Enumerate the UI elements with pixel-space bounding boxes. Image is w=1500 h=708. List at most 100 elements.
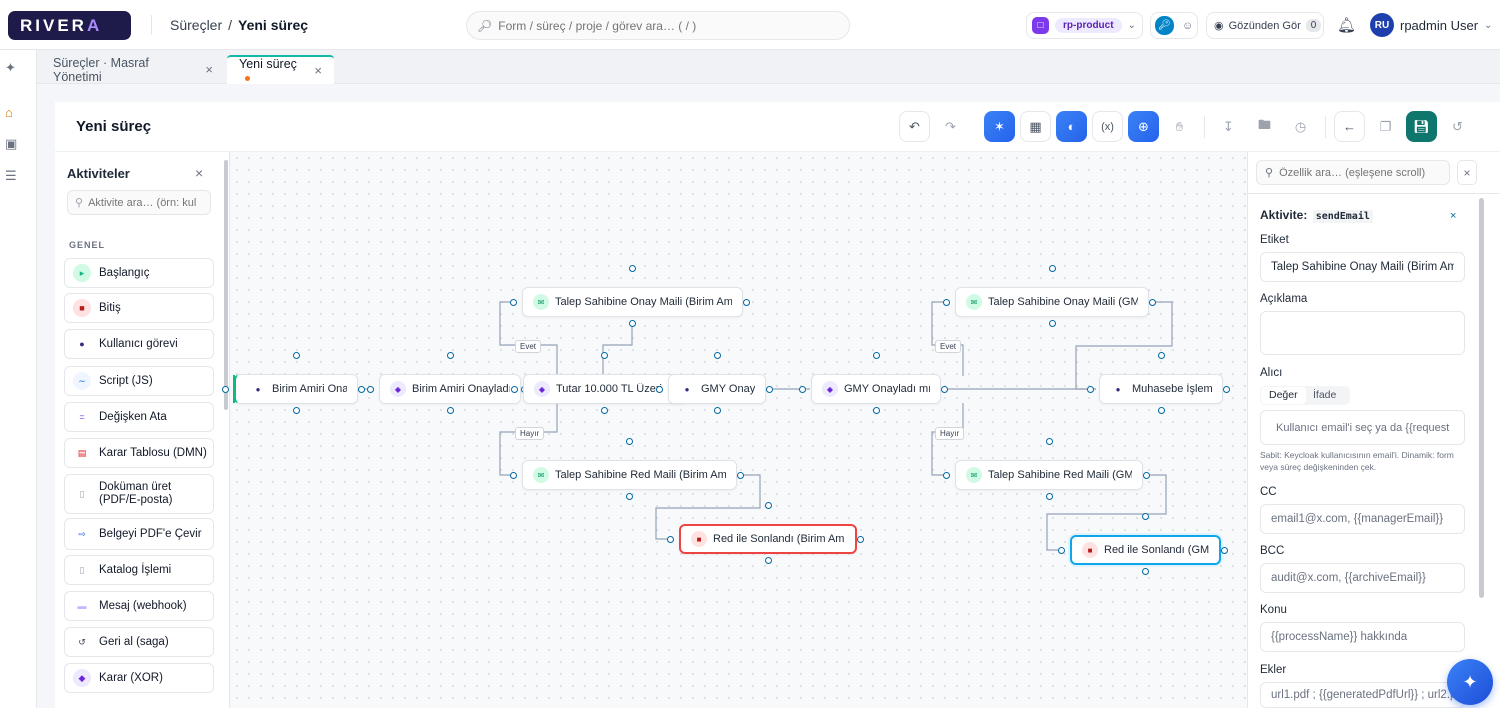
history-icon[interactable]: ↺	[1442, 111, 1473, 142]
cart-icon[interactable]: ▣	[5, 136, 17, 152]
download-icon[interactable]: ↧	[1213, 111, 1244, 142]
flow-canvas[interactable]	[231, 152, 1247, 708]
activity-item[interactable]: ∼ Script (JS)	[64, 366, 214, 396]
connection-handle[interactable]	[626, 492, 633, 500]
connection-handle[interactable]	[764, 556, 772, 564]
connection-handle[interactable]	[736, 471, 744, 479]
activity-item[interactable]: ▯ Doküman üret (PDF/E-posta)	[64, 474, 214, 514]
connection-handle[interactable]	[600, 406, 608, 414]
close-icon[interactable]: ×	[1457, 160, 1477, 185]
tab-masraf[interactable]: Süreçler · Masraf Yönetimi ×	[41, 55, 225, 84]
activity-item[interactable]: ↺ Geri al (saga)	[64, 627, 214, 657]
flow-node-mail-onay-gmy[interactable]: ✉︎ Talep Sahibine Onay Maili (GMY)	[955, 287, 1149, 317]
connection-handle[interactable]	[510, 385, 518, 393]
flow-node-end-red-gmy[interactable]: ■ Red ile Sonlandı (GMY)	[1070, 535, 1221, 565]
search-input[interactable]	[498, 18, 829, 33]
user-menu[interactable]: RU rpadmin User ⌄	[1370, 13, 1492, 37]
flow-node-mail-red-birim[interactable]: ✉︎ Talep Sahibine Red Maili (Birim Amiri)	[522, 460, 737, 490]
activity-search[interactable]: ⚲	[67, 190, 211, 215]
connection-handle[interactable]	[600, 351, 608, 359]
activity-item[interactable]: ⇨ Belgeyi PDF'e Çevir	[64, 518, 214, 550]
connection-handle[interactable]	[765, 385, 773, 393]
connection-handle[interactable]	[446, 351, 454, 359]
connection-handle[interactable]	[713, 406, 721, 414]
connection-handle[interactable]	[1220, 546, 1228, 554]
properties-scrollbar[interactable]	[1479, 198, 1484, 598]
close-icon[interactable]: ×	[314, 63, 322, 78]
connection-handle[interactable]	[221, 385, 229, 393]
connection-handle[interactable]	[1157, 351, 1165, 359]
connection-handle[interactable]	[872, 351, 880, 359]
connection-handle[interactable]	[1142, 567, 1149, 575]
list-icon[interactable]: ☰	[5, 168, 17, 184]
project-selector[interactable]: □ rp-product ⌄	[1026, 12, 1143, 39]
connection-handle[interactable]	[1222, 385, 1230, 393]
redo-button[interactable]: ↷	[935, 111, 966, 142]
activity-item[interactable]: ● Kullanıcı görevi	[64, 329, 214, 359]
connection-handle[interactable]	[942, 471, 950, 479]
key-icon[interactable]: 🔑︎	[1155, 16, 1174, 35]
connection-handle[interactable]	[509, 298, 517, 306]
connection-handle[interactable]	[1045, 492, 1053, 500]
aciklama-textarea[interactable]	[1260, 311, 1465, 355]
flow-node-mail-onay-birim[interactable]: ✉︎ Talep Sahibine Onay Maili (Birim Amiri…	[522, 287, 743, 317]
activity-item[interactable]: ■ Bitiş	[64, 293, 214, 323]
connection-handle[interactable]	[1148, 298, 1156, 306]
ekler-input[interactable]	[1260, 682, 1465, 708]
preview-as-button[interactable]: ◉ Gözünden Gör 0	[1206, 12, 1324, 39]
tab-deger[interactable]: Değer	[1261, 387, 1306, 404]
connection-handle[interactable]	[1142, 471, 1150, 479]
bell-icon[interactable]: 🔔︎	[1337, 16, 1356, 34]
alici-input[interactable]	[1260, 410, 1465, 445]
activity-search-input[interactable]	[88, 196, 199, 209]
connection-handle[interactable]	[366, 385, 374, 393]
pin-icon[interactable]: ✦	[5, 60, 16, 76]
connection-handle[interactable]	[292, 406, 300, 414]
connection-handle[interactable]	[1057, 546, 1065, 554]
bcc-input[interactable]	[1260, 563, 1465, 593]
etiket-input[interactable]	[1260, 252, 1465, 282]
connection-handle[interactable]	[1048, 319, 1056, 327]
clock-icon[interactable]: ◷	[1285, 111, 1316, 142]
undo-button[interactable]: ↶	[899, 111, 930, 142]
person-icon[interactable]: ☺	[1182, 20, 1193, 32]
flow-node-end-red-birim[interactable]: ■ Red ile Sonlandı (Birim Amiri)	[679, 524, 857, 554]
connection-handle[interactable]	[629, 319, 636, 327]
activity-item[interactable]: ◆ Karar (XOR)	[64, 663, 214, 693]
close-icon[interactable]: ×	[195, 165, 203, 181]
flow-node-gmy-onayi[interactable]: ● GMY Onayı	[668, 374, 766, 404]
activity-item[interactable]: ▬ Mesaj (webhook)	[64, 591, 214, 621]
connection-handle[interactable]	[713, 351, 721, 359]
connection-handle[interactable]	[798, 385, 806, 393]
connection-handle[interactable]	[1045, 437, 1053, 445]
auto-layout-button[interactable]: ✶	[984, 111, 1015, 142]
konu-input[interactable]	[1260, 622, 1465, 652]
connection-handle[interactable]	[509, 471, 517, 479]
connection-handle[interactable]	[872, 406, 880, 414]
assistant-button[interactable]: ✦	[1447, 659, 1493, 705]
connection-handle[interactable]	[764, 501, 772, 509]
connection-handle[interactable]	[1142, 512, 1149, 520]
connection-handle[interactable]	[629, 264, 636, 272]
cc-input[interactable]	[1260, 504, 1465, 534]
zoom-icon[interactable]: ⊕	[1128, 111, 1159, 142]
breadcrumb-parent[interactable]: Süreçler	[170, 17, 222, 33]
property-search[interactable]: ⚲	[1256, 160, 1450, 185]
home-icon[interactable]: ⌂	[5, 105, 13, 120]
hand-icon[interactable]: ✋︎	[1164, 111, 1195, 142]
activity-scrollbar[interactable]	[224, 160, 228, 410]
tab-ifade[interactable]: İfade	[1312, 387, 1337, 404]
grid-icon[interactable]: ▦	[1020, 111, 1051, 142]
gauge-icon[interactable]: ◐	[1056, 111, 1087, 142]
flow-node-mail-red-gmy[interactable]: ✉︎ Talep Sahibine Red Maili (GMY)	[955, 460, 1143, 490]
activity-item[interactable]: ▸ Başlangıç	[64, 258, 214, 288]
close-icon[interactable]: ×	[1450, 210, 1456, 222]
copy-icon[interactable]: ❐	[1370, 111, 1401, 142]
save-button[interactable]: 💾︎	[1406, 111, 1437, 142]
connection-handle[interactable]	[446, 406, 454, 414]
tab-yeni-surec[interactable]: Yeni süreç ×	[227, 55, 334, 84]
activity-item[interactable]: = Değişken Ata	[64, 402, 214, 432]
connection-handle[interactable]	[940, 385, 948, 393]
connection-handle[interactable]	[1048, 264, 1056, 272]
folder-icon[interactable]: 🖿︎	[1249, 111, 1280, 142]
